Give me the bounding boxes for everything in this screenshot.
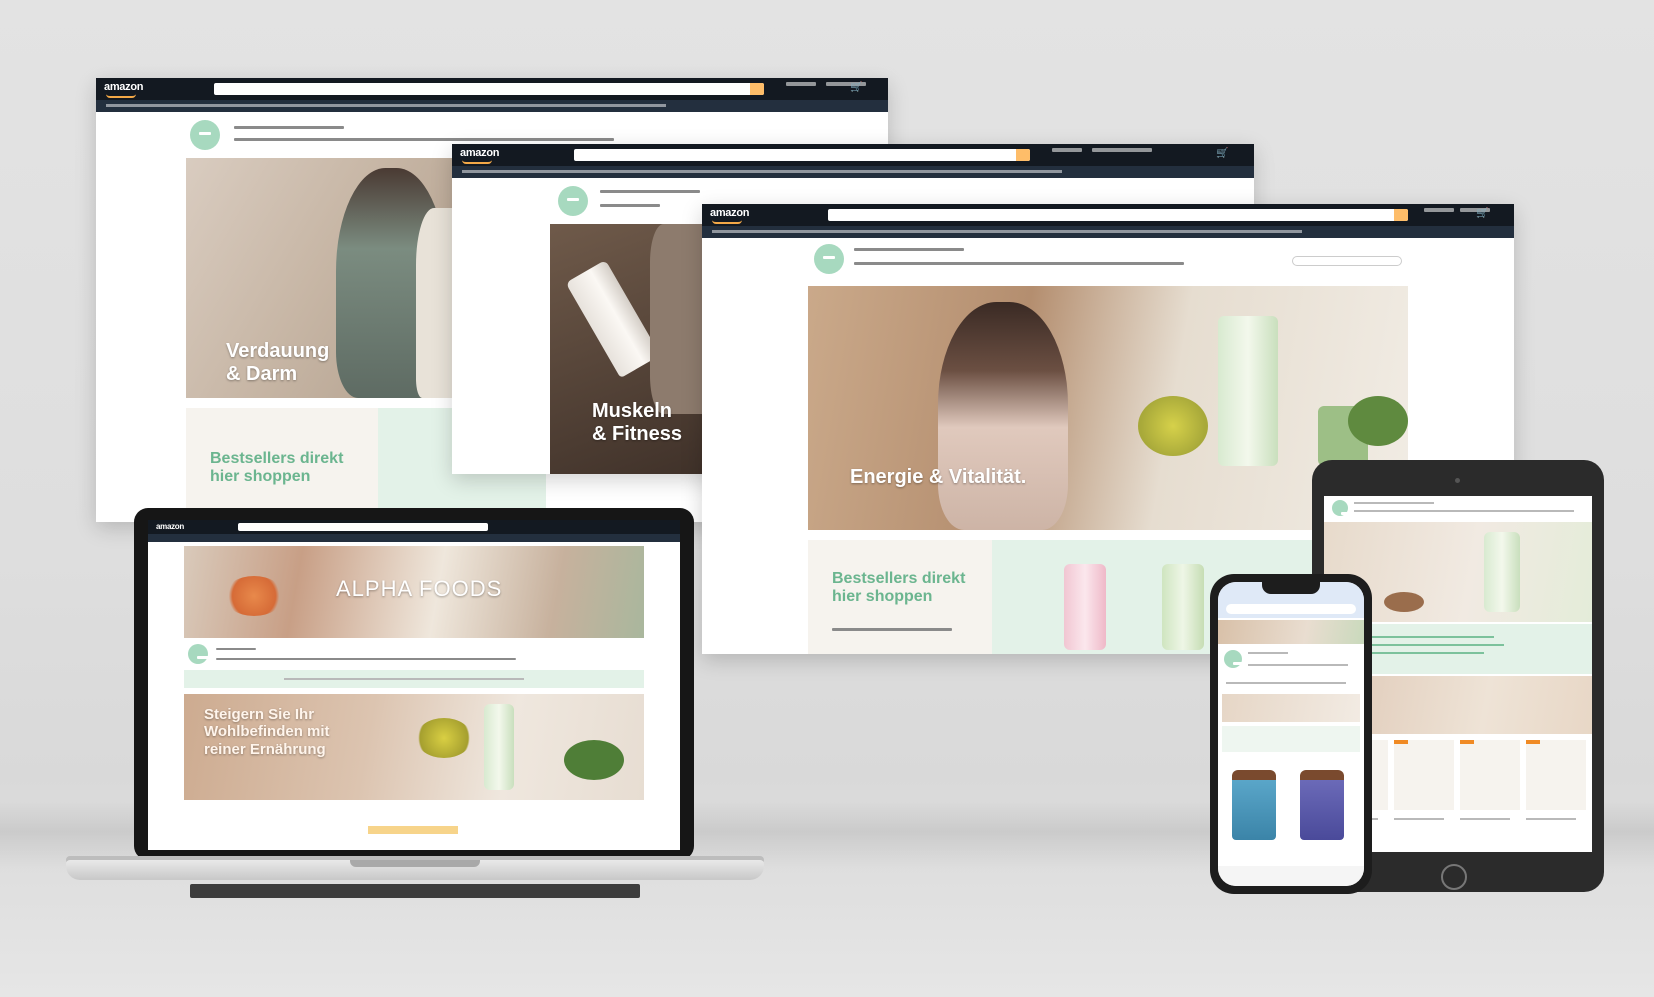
search-input[interactable]	[214, 83, 764, 95]
home-button-icon[interactable]	[1441, 864, 1467, 890]
cart-icon[interactable]: 🛒	[850, 82, 880, 94]
promo-title-back[interactable]: Bestsellers direkt hier shoppen	[210, 450, 343, 487]
amazon-header: amazon 🛒	[452, 144, 1254, 166]
banner-title-alpha-foods: ALPHA FOODS	[336, 576, 503, 601]
amazon-logo: amazon	[104, 81, 144, 98]
laptop-headline: Steigern Sie Ihr Wohlbefinden mit reiner…	[204, 706, 330, 758]
phone-screen	[1218, 582, 1364, 886]
laptop-keyboard	[190, 884, 640, 898]
search-icon[interactable]	[1016, 149, 1030, 161]
brand-logo-icon	[190, 120, 220, 150]
promo-title-front[interactable]: Bestsellers direkt hier shoppen	[832, 570, 965, 607]
search-icon[interactable]	[1394, 209, 1408, 221]
cart-icon[interactable]: 🛒	[1476, 208, 1506, 220]
laptop-notch	[350, 860, 480, 867]
product-bottle	[1232, 770, 1276, 840]
store-search-input[interactable]	[1292, 256, 1402, 266]
brand-logo-icon	[1332, 500, 1353, 516]
info-bar	[184, 670, 644, 688]
phone-search-input[interactable]	[1226, 604, 1356, 614]
brand-logo-icon	[188, 644, 209, 664]
search-input[interactable]	[238, 523, 488, 531]
amazon-header: amazon 🛒	[702, 204, 1514, 226]
cart-icon[interactable]: 🛒	[1216, 148, 1246, 160]
laptop-screen: amazon ALPHA FOODS Steigern Sie Ihr Wohl…	[148, 520, 680, 850]
brand-logo-icon	[558, 186, 588, 216]
tablet-camera	[1455, 478, 1460, 483]
brand-logo-icon	[1224, 650, 1245, 668]
amazon-logo: amazon	[710, 207, 750, 224]
amazon-logo: amazon	[156, 522, 188, 539]
hero-title-digestion: Verdauung & Darm	[226, 340, 330, 385]
hero-title-fitness: Muskeln & Fitness	[592, 400, 683, 445]
amazon-logo: amazon	[460, 147, 500, 164]
amazon-header: amazon 🛒	[96, 78, 888, 100]
search-input[interactable]	[574, 149, 1030, 161]
brand-logo-icon	[814, 244, 844, 274]
product-bottle	[1300, 770, 1344, 840]
hero-title-energy: Energie & Vitalität.	[850, 466, 1027, 488]
search-icon[interactable]	[750, 83, 764, 95]
search-input[interactable]	[828, 209, 1408, 221]
phone-notch	[1262, 582, 1320, 594]
